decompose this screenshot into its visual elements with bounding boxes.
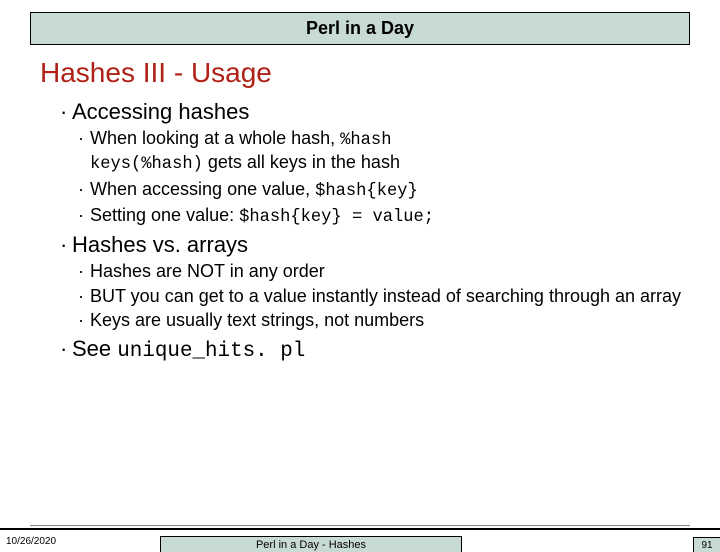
divider bbox=[30, 525, 690, 526]
footer-title: Perl in a Day - Hashes bbox=[160, 536, 462, 552]
bullet-instant: BUT you can get to a value instantly ins… bbox=[78, 285, 695, 308]
text: When looking at a whole hash, bbox=[90, 128, 340, 148]
footer-date: 10/26/2020 bbox=[6, 536, 56, 547]
text: See bbox=[72, 336, 117, 361]
bullet-whole-hash: When looking at a whole hash, %hash keys… bbox=[78, 127, 695, 176]
bullet-set-one: Setting one value: $hash{key} = value; bbox=[78, 204, 695, 228]
code: $hash{key} = value; bbox=[239, 208, 434, 227]
text: Setting one value: bbox=[90, 205, 239, 225]
code: keys(%hash) bbox=[90, 155, 203, 174]
bullet-accessing: Accessing hashes bbox=[60, 99, 695, 125]
slide-header: Perl in a Day bbox=[30, 12, 690, 45]
slide-footer: 10/26/2020 Perl in a Day - Hashes 91 bbox=[0, 528, 720, 552]
text: gets all keys in the hash bbox=[203, 152, 400, 172]
slide-title: Hashes III - Usage bbox=[40, 57, 720, 89]
code: %hash bbox=[340, 131, 391, 150]
code: unique_hits. pl bbox=[117, 340, 305, 363]
bullet-vs-arrays: Hashes vs. arrays bbox=[60, 232, 695, 258]
bullet-no-order: Hashes are NOT in any order bbox=[78, 260, 695, 283]
page-number: 91 bbox=[693, 537, 720, 552]
slide-content: Accessing hashes When looking at a whole… bbox=[60, 99, 695, 363]
text: When accessing one value, bbox=[90, 179, 315, 199]
code: $hash{key} bbox=[315, 182, 418, 201]
bullet-see: See unique_hits. pl bbox=[60, 336, 695, 363]
bullet-access-one: When accessing one value, $hash{key} bbox=[78, 178, 695, 202]
bullet-text-keys: Keys are usually text strings, not numbe… bbox=[78, 309, 695, 332]
